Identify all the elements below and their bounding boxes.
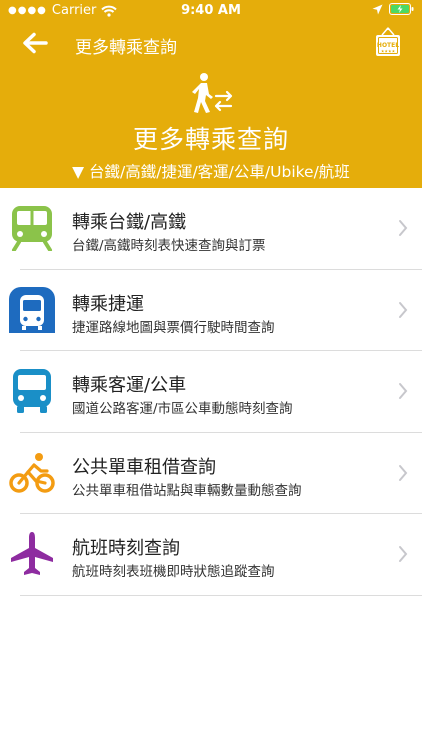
chevron-right-icon bbox=[399, 464, 408, 481]
train-icon bbox=[12, 206, 52, 251]
bicycle-icon bbox=[9, 452, 55, 493]
status-bar: ●●●● Carrier 9:40 AM bbox=[0, 0, 422, 22]
chevron-right-icon bbox=[399, 546, 408, 562]
hero-subtitle: ▼ 台鐵/高鐵/捷運/客運/公車/Ubike/航班 bbox=[72, 163, 350, 181]
nav-title: 更多轉乘查詢 bbox=[75, 38, 177, 58]
hotel-sign-icon: HOTEL ★★★★ bbox=[376, 27, 400, 56]
walking-transfer-icon bbox=[192, 73, 233, 113]
header: ●●●● Carrier 9:40 AM 更多轉乘查詢 HOTEL ★★★★ 更… bbox=[0, 0, 422, 188]
airplane-icon bbox=[11, 532, 53, 575]
item-description: 公共單車租借站點與車輛數量動態查詢 bbox=[72, 482, 302, 499]
chevron-right-icon bbox=[399, 301, 408, 318]
bus-icon bbox=[13, 369, 51, 413]
battery-icon bbox=[389, 3, 414, 15]
item-title: 轉乘捷運 bbox=[72, 293, 144, 315]
transfer-list: 轉乘台鐵/高鐵 台鐵/高鐵時刻表快速查詢與訂票 轉乘捷運 捷運路線地圖與票價行駛… bbox=[0, 188, 422, 596]
back-button[interactable] bbox=[18, 26, 52, 60]
list-item-bus[interactable]: 轉乘客運/公車 國道公路客運/市區公車動態時刻查詢 bbox=[0, 351, 422, 433]
item-description: 捷運路線地圖與票價行駛時間查詢 bbox=[72, 319, 275, 336]
list-item-metro[interactable]: 轉乘捷運 捷運路線地圖與票價行駛時間查詢 bbox=[0, 270, 422, 352]
arrow-left-icon bbox=[23, 32, 48, 54]
item-title: 公共單車租借查詢 bbox=[72, 456, 216, 478]
metro-icon bbox=[9, 286, 55, 333]
item-title: 轉乘台鐵/高鐵 bbox=[72, 212, 187, 233]
item-description: 台鐵/高鐵時刻表快速查詢與訂票 bbox=[72, 238, 266, 254]
list-item-flight[interactable]: 航班時刻查詢 航班時刻表班機即時狀態追蹤查詢 bbox=[0, 514, 422, 596]
nav-bar: 更多轉乘查詢 HOTEL ★★★★ bbox=[0, 22, 422, 64]
item-description: 國道公路客運/市區公車動態時刻查詢 bbox=[72, 401, 293, 417]
chevron-right-icon bbox=[399, 220, 408, 236]
location-arrow-icon bbox=[372, 4, 383, 14]
list-item-bike[interactable]: 公共單車租借查詢 公共單車租借站點與車輛數量動態查詢 bbox=[0, 433, 422, 515]
hero-title: 更多轉乘查詢 bbox=[132, 125, 289, 154]
svg-text:★★★★: ★★★★ bbox=[381, 49, 396, 54]
status-right bbox=[372, 3, 414, 15]
status-time: 9:40 AM bbox=[181, 3, 241, 18]
hotel-button[interactable]: HOTEL ★★★★ bbox=[374, 27, 402, 59]
list-item-train[interactable]: 轉乘台鐵/高鐵 台鐵/高鐵時刻表快速查詢與訂票 bbox=[0, 188, 422, 270]
item-description: 航班時刻表班機即時狀態追蹤查詢 bbox=[72, 564, 275, 580]
chevron-right-icon bbox=[399, 383, 408, 399]
item-title: 轉乘客運/公車 bbox=[72, 375, 187, 396]
item-title: 航班時刻查詢 bbox=[72, 538, 180, 559]
